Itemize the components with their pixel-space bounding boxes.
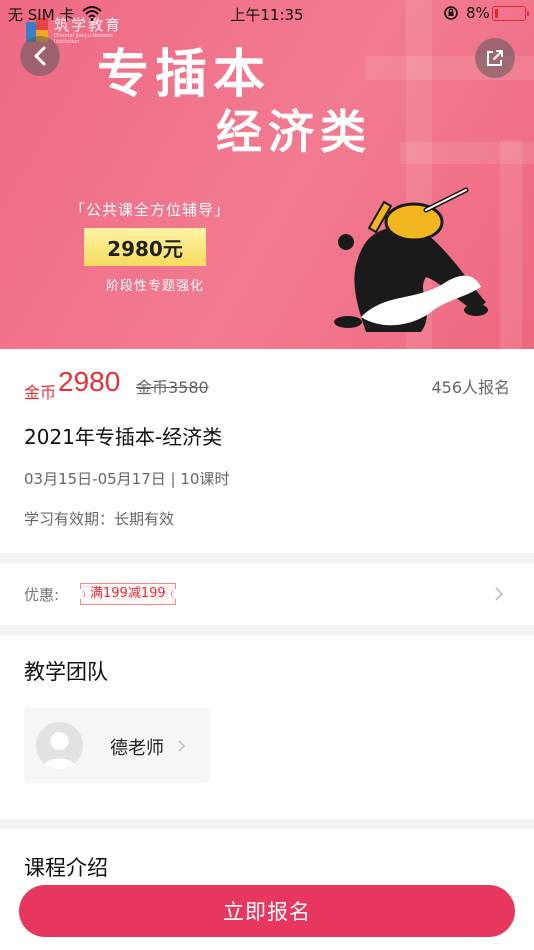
price-currency-label: 金币 [24,383,57,402]
course-intro-title: 课程介绍 [24,856,108,880]
battery-percent: 8% [466,4,490,22]
user-avatar-icon [36,722,83,769]
course-schedule: 03月15日-05月17日 | 10课时 [24,470,230,488]
teaching-team-title: 教学团队 [24,660,108,684]
banner-title-line1: 专插本 [97,45,272,105]
course-price: 2980 [58,366,121,397]
banner-title-line2: 经济类 [216,105,372,159]
back-button[interactable] [20,36,60,76]
promo-label: 优惠: [24,586,60,604]
avatar [36,722,83,769]
coupon-badge[interactable]: 满199减199 [76,583,180,605]
battery-icon [492,6,529,21]
orientation-lock-icon [444,6,458,20]
banner-tagline: 「公共课全方位辅导」 [70,201,231,219]
share-icon [487,50,503,66]
course-banner: 筑学教育 Oriental Jiaoyu Network Institution… [0,0,534,349]
chevron-right-icon [178,740,186,752]
course-title: 2021年专插本-经济类 [24,425,223,449]
teacher-name: 德老师 [110,738,164,759]
chevron-right-icon[interactable] [494,586,504,602]
chevron-left-icon [34,46,46,66]
enrollment-count: 456人报名 [431,378,510,397]
banner-price-tag: 2980元 [84,228,206,266]
enroll-button[interactable]: 立即报名 [19,885,515,937]
banner-subline: 阶段性专题强化 [106,279,205,294]
mascot-illustration [334,187,488,332]
course-validity: 学习有效期：长期有效 [24,510,175,528]
course-detail-page: 筑学教育 Oriental Jiaoyu Network Institution… [0,0,534,950]
original-price: 金币3580 [136,378,209,397]
share-button[interactable] [475,38,515,78]
status-bar: 无 SIM 卡 上午11:35 8% [0,0,534,28]
